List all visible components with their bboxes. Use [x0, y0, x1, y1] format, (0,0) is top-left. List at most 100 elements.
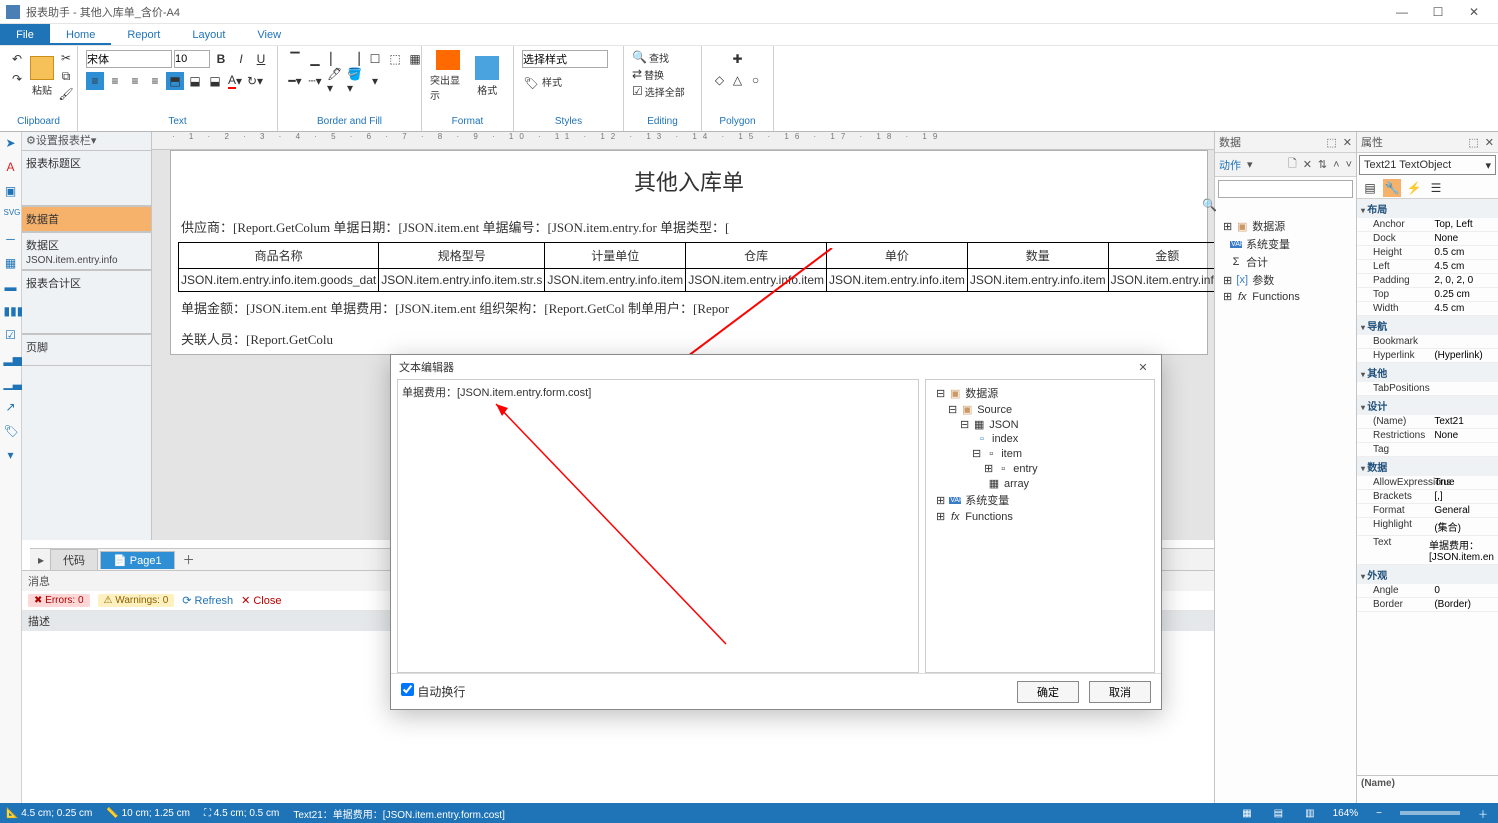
- prop-row[interactable]: Width4.5 cm: [1357, 302, 1498, 316]
- line-color-button[interactable]: 🖊▾: [326, 72, 344, 90]
- font-select[interactable]: [86, 50, 172, 68]
- data-table[interactable]: 商品名称 规格型号 计量单位 仓库 单价 数量 金额 费 JSON.item.e…: [178, 242, 1214, 292]
- prop-row[interactable]: Height0.5 cm: [1357, 246, 1498, 260]
- align-justify-button[interactable]: ≡: [146, 72, 164, 90]
- panel-pin-icon[interactable]: ⬚: [1468, 136, 1478, 149]
- report-page[interactable]: 其他入库单 供应商：[Report.GetColum 单据日期：[JSON.it…: [170, 150, 1208, 355]
- zoom-level[interactable]: 164%: [1333, 808, 1359, 819]
- prop-row[interactable]: Hyperlink(Hyperlink): [1357, 349, 1498, 363]
- dialog-close-button[interactable]: ✕: [1133, 361, 1153, 374]
- cancel-button[interactable]: 取消: [1089, 681, 1151, 703]
- view-mode-3[interactable]: ▥: [1301, 808, 1318, 819]
- prop-row[interactable]: AnchorTop, Left: [1357, 218, 1498, 232]
- poly-c[interactable]: ○: [748, 72, 764, 88]
- align-left-button[interactable]: ≡: [86, 72, 104, 90]
- image-tool-icon[interactable]: ▣: [4, 184, 18, 198]
- close-button[interactable]: ✕: [1456, 5, 1492, 19]
- warnings-badge[interactable]: ⚠ Warnings: 0: [98, 594, 175, 607]
- section-total-area[interactable]: 报表合计区: [22, 270, 151, 334]
- sections-header[interactable]: ⚙ 设置报表栏 ▾: [22, 132, 151, 150]
- polygon-add-button[interactable]: ✚: [729, 50, 747, 68]
- format-button[interactable]: 格式: [470, 50, 506, 102]
- prop-wrench-button[interactable]: 🔧: [1383, 179, 1401, 197]
- valign-bottom-button[interactable]: ⬓: [206, 72, 224, 90]
- poly-a[interactable]: ◇: [712, 72, 728, 88]
- section-data-head[interactable]: 数据首: [22, 206, 151, 232]
- up-icon[interactable]: ˄: [1333, 159, 1339, 171]
- valign-middle-button[interactable]: ⬓: [186, 72, 204, 90]
- prop-row[interactable]: RestrictionsNone: [1357, 429, 1498, 443]
- line-tool-icon[interactable]: ▬: [4, 280, 18, 294]
- maximize-button[interactable]: ☐: [1420, 5, 1456, 19]
- find-button[interactable]: 查找: [649, 50, 669, 65]
- align-right-button[interactable]: ≡: [126, 72, 144, 90]
- panel-pin-icon[interactable]: ⬚: [1326, 136, 1336, 149]
- prop-cat-button[interactable]: ▤: [1361, 179, 1379, 197]
- cut-button[interactable]: ✂: [58, 50, 74, 66]
- prop-row[interactable]: Angle0: [1357, 584, 1498, 598]
- prop-row[interactable]: Border(Border): [1357, 598, 1498, 612]
- line-width-button[interactable]: ━▾: [286, 72, 304, 90]
- sort-icon[interactable]: ⇅: [1318, 158, 1327, 171]
- page-title[interactable]: 其他入库单: [171, 151, 1207, 211]
- summary-fields-row[interactable]: 单据金额：[JSON.item.ent 单据费用：[JSON.item.ent …: [171, 292, 1207, 323]
- view-mode-1[interactable]: ▦: [1238, 808, 1255, 819]
- angle-button[interactable]: ↻▾: [246, 72, 264, 90]
- copy-button[interactable]: ⧉: [58, 68, 74, 84]
- zoom-out-button[interactable]: −: [1372, 808, 1386, 819]
- ok-button[interactable]: 确定: [1017, 681, 1079, 703]
- label-tool-icon[interactable]: 🏷: [4, 424, 18, 438]
- prop-filter-button[interactable]: ☰: [1427, 179, 1445, 197]
- tree-params[interactable]: ⊞[x]参数: [1217, 271, 1354, 289]
- style-button[interactable]: 🏷: [522, 74, 540, 92]
- add-page-button[interactable]: ＋: [177, 549, 201, 570]
- border-none-button[interactable]: ⬚: [386, 50, 404, 68]
- view-mode-2[interactable]: ▤: [1270, 808, 1287, 819]
- close-messages-button[interactable]: ✕ Close: [241, 594, 281, 607]
- barcode-tool-icon[interactable]: ▮▮▮: [4, 304, 18, 318]
- action-dropdown[interactable]: 动作: [1219, 157, 1241, 173]
- italic-button[interactable]: I: [232, 50, 250, 68]
- prop-row[interactable]: Text单据费用：[JSON.item.en: [1357, 536, 1498, 565]
- underline-button[interactable]: U: [252, 50, 270, 68]
- prop-row[interactable]: Left4.5 cm: [1357, 260, 1498, 274]
- size-select[interactable]: [174, 50, 210, 68]
- bold-button[interactable]: B: [212, 50, 230, 68]
- expression-editor[interactable]: 单据费用：[JSON.item.entry.form.cost]: [397, 379, 919, 673]
- panel-close-icon[interactable]: ✕: [1485, 136, 1494, 149]
- border-right-button[interactable]: ▕: [346, 50, 364, 68]
- prop-row[interactable]: TabPositions: [1357, 382, 1498, 396]
- more-tools-icon[interactable]: ▾: [4, 448, 18, 462]
- svg-tool-icon[interactable]: SVG: [4, 208, 18, 222]
- zoom-slider[interactable]: [1400, 811, 1460, 815]
- prop-row[interactable]: Tag: [1357, 443, 1498, 457]
- prop-row[interactable]: FormatGeneral: [1357, 504, 1498, 518]
- border-all-button[interactable]: ☐: [366, 50, 384, 68]
- tab-report[interactable]: Report: [111, 24, 176, 45]
- prop-row[interactable]: AllowExpressionsTrue: [1357, 476, 1498, 490]
- brush-button[interactable]: 🖌: [58, 86, 74, 102]
- tab-home[interactable]: Home: [50, 24, 111, 45]
- paste-button[interactable]: 粘贴: [30, 50, 54, 102]
- minimize-button[interactable]: —: [1384, 5, 1420, 19]
- tab-view[interactable]: View: [241, 24, 297, 45]
- section-footer[interactable]: 页脚: [22, 334, 151, 366]
- tree-functions[interactable]: ⊞fxFunctions: [1217, 289, 1354, 304]
- highlight-button[interactable]: 突出显示: [430, 50, 466, 102]
- poly-b[interactable]: △: [730, 72, 746, 88]
- style-select[interactable]: [522, 50, 608, 68]
- prop-row[interactable]: (Name)Text21: [1357, 415, 1498, 429]
- refresh-button[interactable]: ⟳ Refresh: [182, 594, 233, 607]
- expand-button[interactable]: ▸: [34, 553, 48, 567]
- tab-code[interactable]: 代码: [50, 549, 98, 570]
- font-color-button[interactable]: A▾: [226, 72, 244, 90]
- related-person-row[interactable]: 关联人员：[Report.GetColu: [171, 323, 1207, 354]
- valign-top-button[interactable]: ⬒: [166, 72, 184, 90]
- checkbox-tool-icon[interactable]: ☑: [4, 328, 18, 342]
- border-bottom-button[interactable]: ▁: [306, 50, 324, 68]
- prop-row[interactable]: Padding2, 0, 2, 0: [1357, 274, 1498, 288]
- dialog-data-tree[interactable]: ⊟▣数据源 ⊟▣Source ⊟▦JSON ▫index ⊟▫item ⊞▫en…: [925, 379, 1155, 673]
- tree-sum[interactable]: Σ合计: [1217, 253, 1354, 271]
- prop-row[interactable]: Brackets[,]: [1357, 490, 1498, 504]
- new-icon[interactable]: 🗋: [1288, 155, 1297, 174]
